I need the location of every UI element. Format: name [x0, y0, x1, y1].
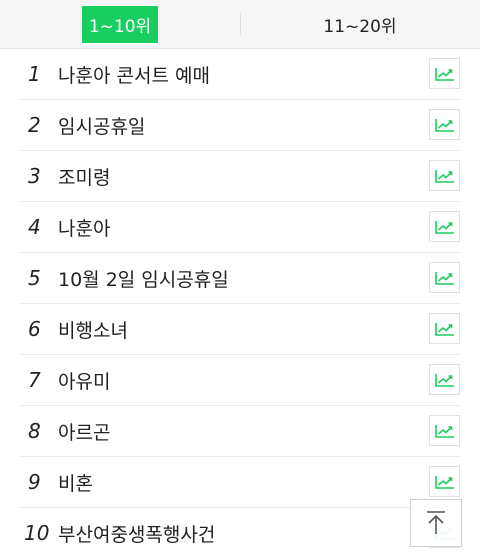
ranking-row[interactable]: 10 부산여중생폭행사건: [20, 508, 460, 558]
trend-button[interactable]: [429, 466, 460, 497]
ranking-row[interactable]: 3 조미령: [20, 151, 460, 202]
ranking-row[interactable]: 1 나훈아 콘서트 예매: [20, 49, 460, 100]
trend-button[interactable]: [429, 415, 460, 446]
tab-rank-11-20[interactable]: 11~20위: [240, 0, 480, 48]
ranking-row[interactable]: 9 비혼: [20, 457, 460, 508]
ranking-list: 1 나훈아 콘서트 예매 2 임시공휴일 3 조미령 4 나훈아 5 10월 2…: [20, 49, 460, 558]
keyword-link[interactable]: 비행소녀: [58, 316, 460, 343]
ranking-row[interactable]: 2 임시공휴일: [20, 100, 460, 151]
trend-button[interactable]: [429, 211, 460, 242]
trend-chart-icon: [434, 220, 454, 234]
ranking-row[interactable]: 8 아르곤: [20, 406, 460, 457]
keyword-link[interactable]: 10월 2일 임시공휴일: [58, 265, 460, 292]
tab-rank-1-10-label: 1~10위: [81, 5, 159, 43]
trend-chart-icon: [434, 322, 454, 336]
rank-tabs: 1~10위 11~20위: [0, 0, 480, 49]
scroll-to-top-button[interactable]: [410, 499, 462, 547]
trend-button[interactable]: [429, 58, 460, 89]
trend-chart-icon: [434, 67, 454, 81]
keyword-link[interactable]: 부산여중생폭행사건: [58, 520, 460, 547]
ranking-row[interactable]: 6 비행소녀: [20, 304, 460, 355]
trend-button[interactable]: [429, 109, 460, 140]
tab-divider: [240, 13, 241, 35]
rank-number: 4: [28, 215, 41, 239]
trend-chart-icon: [434, 424, 454, 438]
trend-chart-icon: [434, 169, 454, 183]
keyword-link[interactable]: 아유미: [58, 367, 460, 394]
tab-rank-11-20-label: 11~20위: [323, 16, 397, 37]
rank-number: 6: [28, 317, 41, 341]
keyword-link[interactable]: 나훈아 콘서트 예매: [58, 61, 460, 88]
keyword-link[interactable]: 임시공휴일: [58, 112, 460, 139]
trend-chart-icon: [434, 373, 454, 387]
rank-number: 7: [28, 368, 41, 392]
ranking-row[interactable]: 7 아유미: [20, 355, 460, 406]
rank-number: 1: [28, 62, 41, 86]
trend-button[interactable]: [429, 313, 460, 344]
rank-number: 8: [28, 419, 41, 443]
trend-button[interactable]: [429, 262, 460, 293]
ranking-row[interactable]: 5 10월 2일 임시공휴일: [20, 253, 460, 304]
trend-chart-icon: [434, 118, 454, 132]
keyword-link[interactable]: 조미령: [58, 163, 460, 190]
rank-number: 9: [28, 470, 41, 494]
keyword-link[interactable]: 나훈아: [58, 214, 460, 241]
rank-number: 10: [24, 521, 50, 545]
arrow-up-to-top-icon: [427, 511, 445, 534]
ranking-row[interactable]: 4 나훈아: [20, 202, 460, 253]
trend-chart-icon: [434, 475, 454, 489]
keyword-link[interactable]: 아르곤: [58, 418, 460, 445]
keyword-link[interactable]: 비혼: [58, 469, 460, 496]
trend-button[interactable]: [429, 160, 460, 191]
rank-number: 5: [28, 266, 41, 290]
rank-number: 2: [28, 113, 41, 137]
rank-number: 3: [28, 164, 41, 188]
tab-rank-1-10[interactable]: 1~10위: [0, 0, 240, 48]
trend-chart-icon: [434, 271, 454, 285]
trend-button[interactable]: [429, 364, 460, 395]
